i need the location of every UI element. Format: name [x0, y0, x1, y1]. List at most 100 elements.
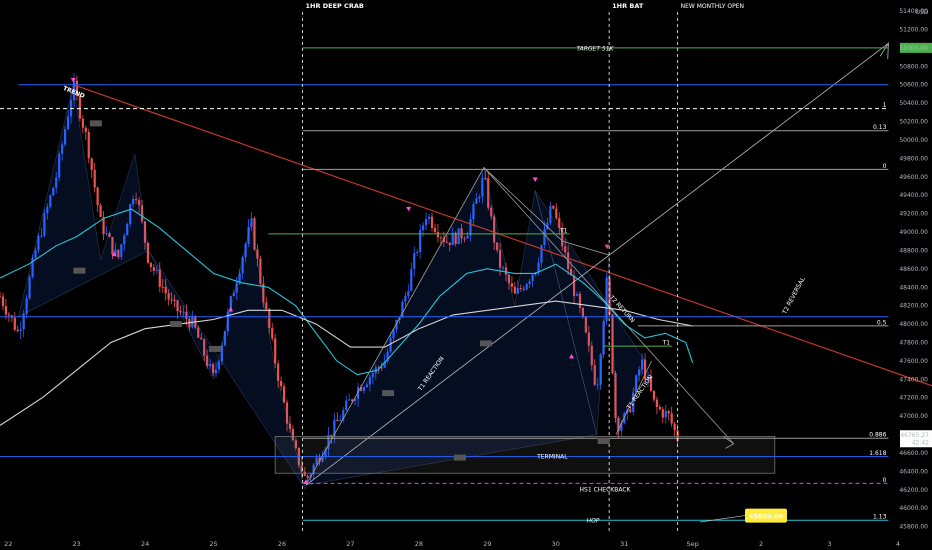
indicator-tag-box [89, 120, 102, 127]
signal-arrow-marker [406, 206, 412, 212]
vertical-marker-label: 1HR BAT [612, 2, 644, 10]
candle-body [552, 205, 555, 209]
candle-body [96, 187, 99, 206]
y-tick-label: 46400.00 [899, 468, 928, 475]
indicator-tag-box [169, 321, 182, 328]
y-tick-label: 50800.00 [899, 63, 928, 70]
y-tick-label: 46000.00 [899, 505, 928, 512]
countdown-text: 42:42 [912, 440, 929, 447]
indicator-tag-box [453, 454, 466, 461]
candle-body [265, 302, 268, 310]
candle-body [161, 286, 164, 288]
x-tick-label: 28 [415, 540, 423, 548]
price-callout-text: 45850.00 [749, 513, 784, 521]
callout-pointer [699, 515, 746, 523]
candle-body [0, 296, 2, 298]
x-tick-label: 23 [73, 540, 81, 548]
level-tag: 1 [883, 102, 887, 109]
candle-body [652, 390, 656, 400]
candle-body [424, 218, 428, 226]
level-badge-blue [900, 453, 932, 461]
candle-body [87, 131, 90, 159]
candle-body [19, 329, 22, 331]
y-tick-label: 47800.00 [899, 339, 928, 346]
y-tick-label: 49600.00 [899, 174, 928, 181]
level-tag: 0.5 [877, 319, 887, 326]
candle-body [84, 127, 87, 132]
chart-annotation: TERMINAL [536, 454, 568, 461]
x-tick-label: 31 [620, 540, 628, 548]
candle-body [433, 228, 437, 233]
candle-body [422, 225, 425, 231]
candle-body [99, 205, 102, 217]
candle-body [404, 295, 407, 302]
level-label: HS1 CHECKBACK [580, 486, 632, 493]
candle-body [413, 253, 416, 269]
y-tick-label: 47600.00 [899, 358, 928, 365]
level-tag: 0.13 [873, 124, 887, 131]
candle-body [661, 409, 664, 418]
y-tick-label: 47200.00 [899, 395, 928, 402]
candle-body [93, 169, 96, 188]
y-tick-label: 48200.00 [899, 303, 928, 310]
y-tick-label: 51200.00 [899, 26, 928, 33]
level-tag: 0 [883, 477, 887, 484]
candle-body [410, 268, 413, 291]
candle-body [416, 251, 419, 254]
candle-body [430, 216, 434, 229]
candle-body [673, 423, 676, 430]
candle-body [436, 232, 440, 238]
candle-body [274, 338, 277, 364]
x-tick-label: 22 [4, 540, 12, 548]
indicator-tag-box [382, 390, 395, 397]
y-tick-label: 47000.00 [899, 413, 928, 420]
vertical-marker-label: 1HR DEEP CRAB [306, 2, 364, 10]
candle-body [164, 286, 167, 294]
candle-body [407, 290, 410, 296]
y-tick-label: 49800.00 [899, 155, 928, 162]
harmonic-patterns [18, 84, 646, 490]
last-price-text: 46765.27 [900, 432, 929, 439]
currency-label: USD [916, 9, 929, 16]
level-tag: T1 [559, 227, 568, 234]
candle-body [667, 411, 670, 414]
y-tick-label: 49200.00 [899, 211, 928, 218]
y-tick-label: 45800.00 [899, 524, 928, 531]
candle-body [555, 208, 558, 219]
reversal-arrow-head [879, 41, 889, 59]
candle-body [655, 399, 658, 408]
chart-annotation: T2 REVERSAL [781, 276, 807, 317]
candle-body [16, 329, 19, 331]
x-tick-label: Sep [687, 540, 699, 548]
x-tick-label: 26 [278, 540, 286, 548]
candle-body [306, 475, 309, 478]
y-tick-label: 50600.00 [899, 82, 928, 89]
candle-body [167, 293, 170, 300]
y-tick-label: 49400.00 [899, 192, 928, 199]
y-tick-label: 50000.00 [899, 137, 928, 144]
y-tick-label: 48600.00 [899, 266, 928, 273]
candle-body [427, 216, 431, 219]
level-tag: 1.618 [869, 450, 886, 457]
x-tick-label: 27 [346, 540, 354, 548]
candle-body [513, 286, 516, 294]
price-badge-target-text: 51000.00 [899, 45, 928, 52]
candle-body [170, 299, 173, 301]
y-tick-label: 47400.00 [899, 376, 928, 383]
candle-body [217, 361, 221, 370]
candle-body [348, 399, 351, 401]
terminal-zone-box [274, 436, 776, 474]
level-tag: 0 [883, 163, 887, 170]
candle-body [152, 267, 155, 271]
chart-stage[interactable]: TARGET 51K 1 0.13 0 T1 0.5 T1 0.886 1.618 0 HS1 CH… [0, 0, 932, 550]
candle-body [339, 419, 342, 422]
candle-body [271, 328, 274, 339]
price-chart[interactable]: TARGET 51K10.130T10.5T10.8861.6180HS1 CH… [0, 0, 932, 550]
candle-body [336, 419, 339, 422]
candle-body [280, 380, 283, 387]
candle-body [282, 386, 286, 403]
candle-body [22, 313, 25, 330]
candle-body [155, 269, 158, 271]
indicator-tag-box [73, 267, 86, 274]
y-tick-label: 49000.00 [899, 229, 928, 236]
